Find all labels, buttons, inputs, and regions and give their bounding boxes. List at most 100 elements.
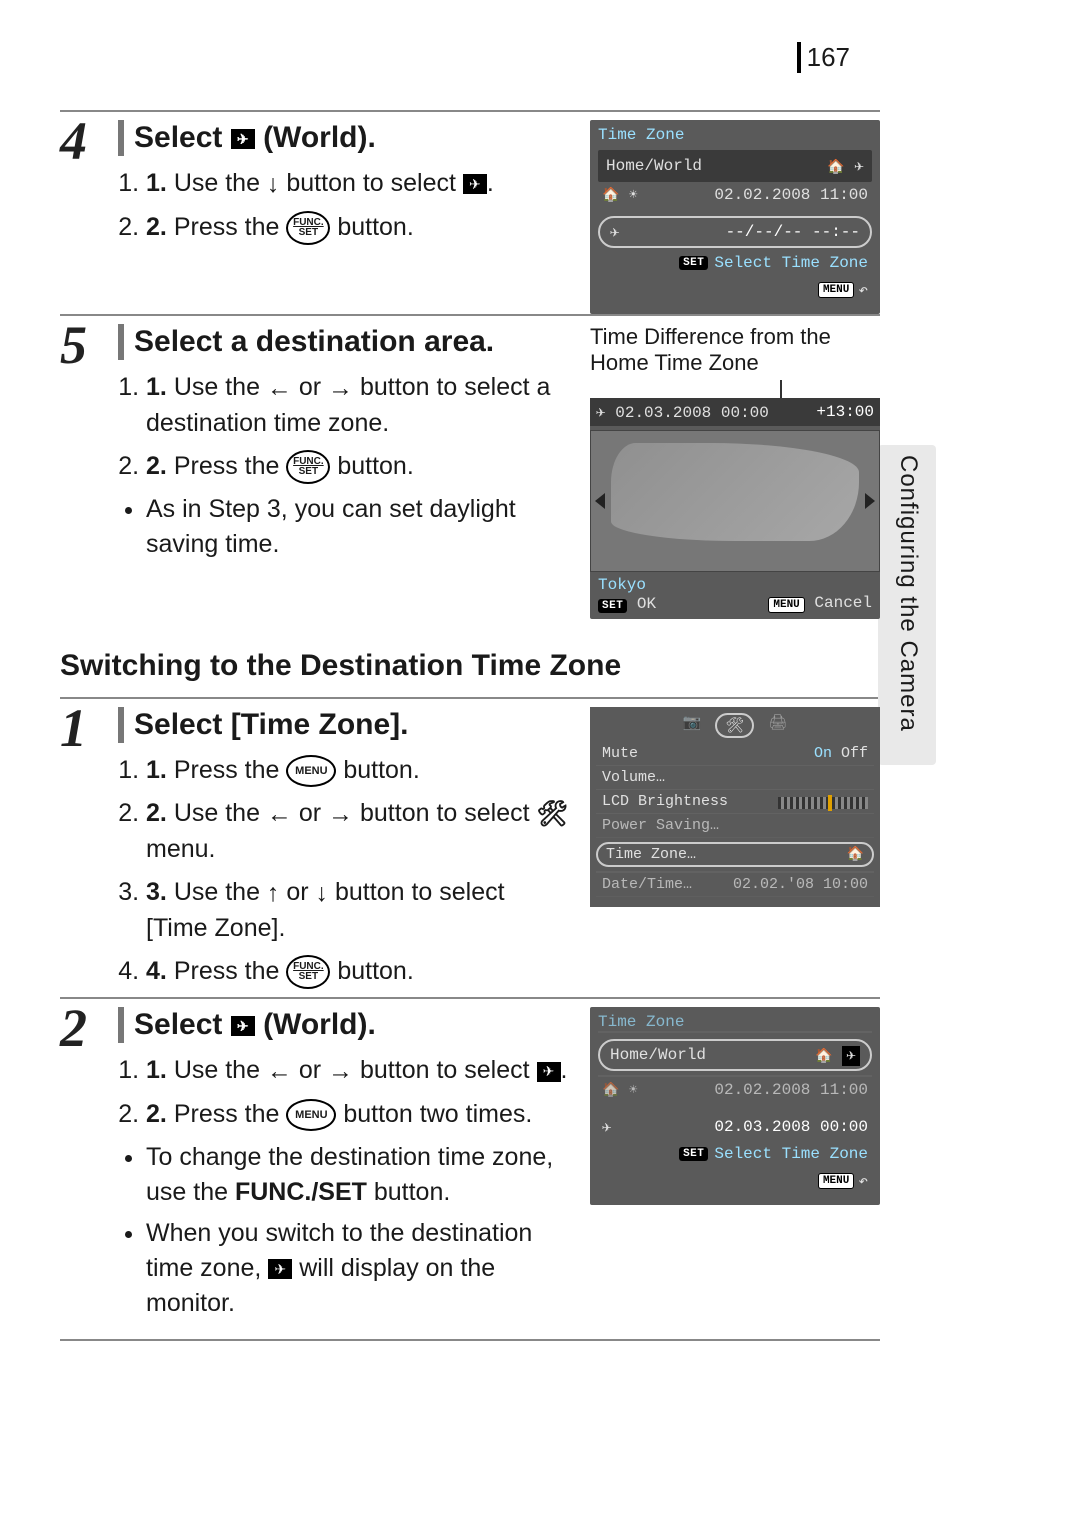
arrow-left-icon: ←: [267, 797, 292, 832]
step-5: 5 Select a destination area. 1. Use the …: [60, 314, 880, 619]
arrow-right-icon: →: [328, 1054, 353, 1089]
step1-li2: 2. Use the ← or → button to select 🛠 men…: [146, 796, 570, 867]
lcd-home-date: 02.02.2008 11:00: [714, 1081, 868, 1099]
step-number: 1: [60, 701, 118, 755]
arrow-left-icon: ←: [267, 1054, 292, 1089]
arrow-right-icon: →: [328, 797, 353, 832]
world-map: [590, 430, 880, 572]
func-set-button-icon: FUNC.SET: [286, 211, 330, 245]
lcd-city: Tokyo: [598, 576, 872, 594]
camera-tab-icon: 📷: [683, 713, 702, 738]
lcd-title: Time Zone: [598, 1013, 872, 1033]
arrow-left-icon: ←: [267, 371, 292, 406]
menu-lcd-brightness: LCD Brightness: [602, 793, 728, 810]
world-icon: [231, 129, 255, 149]
home-icon: [847, 846, 864, 863]
sun-icon: [629, 1081, 637, 1099]
plane-icon: [602, 1117, 612, 1137]
world-icon: [537, 1062, 561, 1082]
lcd-title: Time Zone: [598, 126, 872, 144]
world-icon: [463, 174, 487, 194]
lcd-map-offset: +13:00: [816, 403, 874, 421]
section-heading: Switching to the Destination Time Zone: [60, 649, 880, 683]
step2-bullet2: When you switch to the destination time …: [146, 1216, 570, 1321]
step-title: Select (World).: [118, 1007, 570, 1043]
world-icon: [268, 1259, 292, 1279]
plane-icon: [854, 158, 864, 176]
lcd-ok: OK: [637, 595, 656, 613]
step-1: 1 Select [Time Zone]. 1. Press the MENU …: [60, 697, 880, 997]
home-icon: [815, 1047, 832, 1065]
step-title: Select [Time Zone].: [118, 707, 570, 743]
step-title: Select (World).: [118, 120, 570, 156]
step-title: Select a destination area.: [118, 324, 570, 360]
menu-time-zone: Time Zone…: [606, 846, 696, 863]
plane-icon: [846, 1047, 856, 1065]
side-tab-label: Configuring the Camera: [894, 455, 922, 732]
world-icon: [231, 1016, 255, 1036]
sun-icon: [629, 186, 637, 204]
tools-icon: 🛠: [537, 797, 569, 832]
home-icon: [827, 158, 844, 176]
menu-mute: Mute: [602, 745, 638, 762]
lcd-home-world: Home/World: [610, 1046, 706, 1064]
menu-button-icon: MENU: [286, 1099, 336, 1131]
set-tag: SET: [598, 599, 627, 613]
screenshot-timezone: Time Zone Home/World 02.02.2008 11:00 --…: [590, 120, 880, 314]
func-set-button-icon: FUNC.SET: [286, 955, 330, 989]
step2-bullet1: To change the destination time zone, use…: [146, 1140, 570, 1210]
step5-li1: 1. Use the ← or → button to select a des…: [146, 370, 570, 441]
step-number: 2: [60, 1001, 118, 1055]
menu-tag: MENU: [818, 282, 854, 298]
annotation-leader-line: [780, 380, 880, 398]
step-number: 5: [60, 318, 118, 372]
annotation-time-diff: Time Difference from the Home Time Zone: [590, 324, 880, 376]
menu-power-saving: Power Saving…: [602, 817, 719, 834]
step1-li4: 4. Press the FUNC.SET button.: [146, 954, 570, 989]
undo-icon: ↶: [858, 280, 868, 300]
lcd-cancel: Cancel: [814, 594, 872, 612]
func-set-button-icon: FUNC.SET: [286, 450, 330, 484]
lcd-home-world: Home/World: [606, 157, 702, 175]
arrow-left-icon: [595, 493, 605, 509]
step4-li1: 1. Use the ↓ button to select .: [146, 166, 570, 202]
arrow-down-icon: ↓: [267, 167, 280, 202]
step2-li1: 1. Use the ← or → button to select .: [146, 1053, 570, 1089]
arrow-up-icon: ↑: [267, 876, 280, 911]
home-icon: [602, 186, 619, 204]
menu-tag: MENU: [818, 1173, 854, 1189]
home-icon: [602, 1081, 619, 1099]
screenshot-timezone-world: Time Zone Home/World 02.02.2008 11:00 02…: [590, 1007, 880, 1327]
lcd-world-date: --/--/-- --:--: [726, 223, 860, 241]
lcd-world-date: 02.03.2008 00:00: [714, 1118, 868, 1136]
lcd-select-tz: Select Time Zone: [714, 254, 868, 272]
step4-li2: 2. Press the FUNC.SET button.: [146, 210, 570, 245]
menu-button-icon: MENU: [286, 755, 336, 787]
menu-date-time: Date/Time…: [602, 876, 692, 893]
step2-li2: 2. Press the MENU button two times.: [146, 1097, 570, 1132]
plane-icon: [596, 404, 606, 422]
set-tag: SET: [679, 256, 708, 270]
page: 167 Configuring the Camera 4 Select (Wor…: [0, 0, 1080, 1521]
step-4: 4 Select (World). 1. Use the ↓ button to…: [60, 110, 880, 314]
screenshot-map: Time Difference from the Home Time Zone …: [590, 324, 880, 619]
set-tag: SET: [679, 1147, 708, 1161]
step1-li3: 3. Use the ↑ or ↓ button to select [Time…: [146, 875, 570, 946]
arrow-right-icon: →: [328, 371, 353, 406]
step-2: 2 Select (World). 1. Use the ← or → butt…: [60, 997, 880, 1341]
undo-icon: ↶: [858, 1171, 868, 1191]
menu-volume: Volume…: [602, 769, 665, 786]
step1-li1: 1. Press the MENU button.: [146, 753, 570, 788]
step5-bullet: As in Step 3, you can set daylight savin…: [146, 492, 570, 562]
plane-icon: [610, 222, 620, 242]
step-number: 4: [60, 114, 118, 168]
arrow-right-icon: [865, 493, 875, 509]
lcd-map-date: 02.03.2008 00:00: [615, 404, 769, 422]
step5-li2: 2. Press the FUNC.SET button.: [146, 449, 570, 484]
arrow-down-icon: ↓: [316, 876, 329, 911]
lcd-select-tz: Select Time Zone: [714, 1145, 868, 1163]
print-tab-icon: 🖨: [768, 713, 787, 738]
page-number: 167: [797, 42, 850, 73]
lcd-home-date: 02.02.2008 11:00: [714, 186, 868, 204]
tools-tab-icon: 🛠: [715, 713, 754, 738]
